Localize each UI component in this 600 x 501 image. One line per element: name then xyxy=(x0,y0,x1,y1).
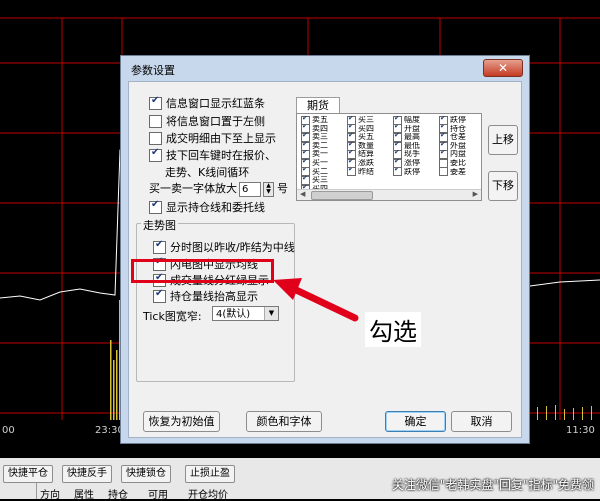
red-arrow-icon xyxy=(273,278,359,322)
callout-text: 勾选 xyxy=(365,312,421,347)
